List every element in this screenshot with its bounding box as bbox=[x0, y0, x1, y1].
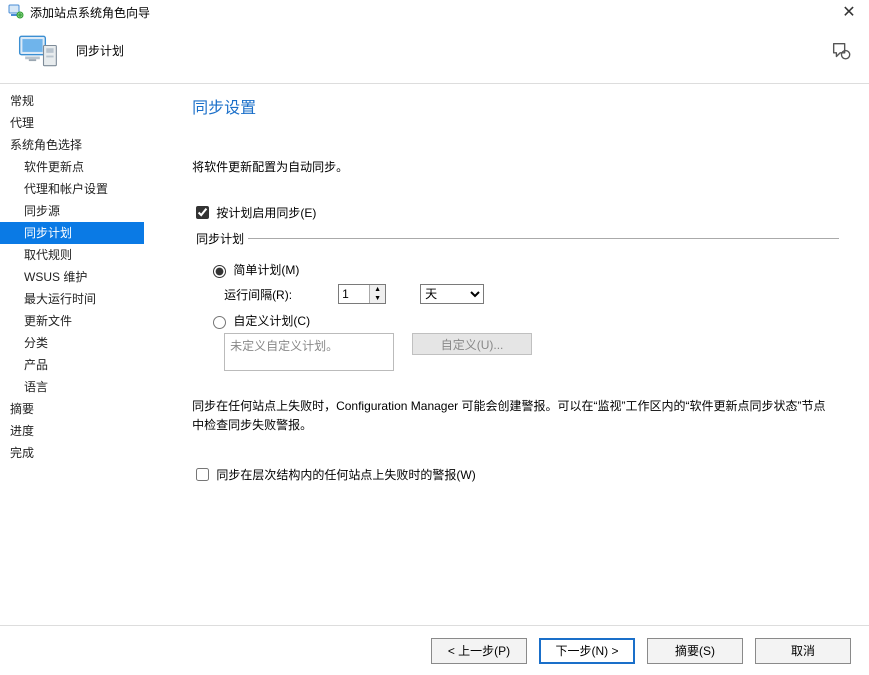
interval-input[interactable] bbox=[339, 285, 369, 303]
enable-schedule-label[interactable]: 按计划启用同步(E) bbox=[216, 206, 316, 220]
schedule-group: 同步计划 简单计划(M) 运行间隔(R): ▲ ▼ 天 bbox=[192, 230, 839, 371]
alert-checkbox[interactable] bbox=[196, 468, 209, 481]
nav-item-7[interactable]: 取代规则 bbox=[0, 244, 144, 266]
nav-item-14[interactable]: 摘要 bbox=[0, 398, 144, 420]
nav-item-1[interactable]: 代理 bbox=[0, 112, 144, 134]
interval-label: 运行间隔(R): bbox=[224, 286, 336, 303]
nav-item-6[interactable]: 同步计划 bbox=[0, 222, 144, 244]
prev-button[interactable]: < 上一步(P) bbox=[431, 638, 527, 664]
interval-unit-select[interactable]: 天 bbox=[420, 284, 484, 304]
next-button[interactable]: 下一步(N) > bbox=[539, 638, 635, 664]
window-title: 添加站点系统角色向导 bbox=[30, 4, 150, 21]
sync-failure-note: 同步在任何站点上失败时，Configuration Manager 可能会创建警… bbox=[192, 397, 839, 435]
close-button[interactable]: ✕ bbox=[837, 2, 861, 22]
alert-checkbox-label[interactable]: 同步在层次结构内的任何站点上失败时的警报(W) bbox=[216, 468, 475, 482]
nav-item-16[interactable]: 完成 bbox=[0, 442, 144, 464]
wizard-nav-sidebar: 常规代理系统角色选择软件更新点代理和帐户设置同步源同步计划取代规则WSUS 维护… bbox=[0, 84, 144, 625]
nav-item-9[interactable]: 最大运行时间 bbox=[0, 288, 144, 310]
nav-item-10[interactable]: 更新文件 bbox=[0, 310, 144, 332]
content-heading: 同步设置 bbox=[192, 94, 839, 118]
cancel-button[interactable]: 取消 bbox=[755, 638, 851, 664]
banner-title: 同步计划 bbox=[76, 42, 124, 59]
computer-icon bbox=[16, 31, 60, 71]
help-icon[interactable] bbox=[829, 39, 853, 63]
schedule-legend: 同步计划 bbox=[192, 230, 248, 247]
enable-schedule-checkbox[interactable] bbox=[196, 206, 209, 219]
interval-down-button[interactable]: ▼ bbox=[370, 294, 385, 303]
title-bar: 添加站点系统角色向导 ✕ bbox=[0, 0, 869, 24]
wizard-content: 同步设置 将软件更新配置为自动同步。 按计划启用同步(E) 同步计划 简单计划(… bbox=[144, 84, 869, 625]
content-description: 将软件更新配置为自动同步。 bbox=[192, 158, 839, 175]
interval-up-button[interactable]: ▲ bbox=[370, 285, 385, 294]
custom-schedule-radio[interactable] bbox=[213, 316, 226, 329]
simple-schedule-label[interactable]: 简单计划(M) bbox=[233, 263, 299, 277]
custom-schedule-textarea: 未定义自定义计划。 bbox=[224, 333, 394, 371]
summary-button[interactable]: 摘要(S) bbox=[647, 638, 743, 664]
nav-item-11[interactable]: 分类 bbox=[0, 332, 144, 354]
nav-item-0[interactable]: 常规 bbox=[0, 90, 144, 112]
nav-item-8[interactable]: WSUS 维护 bbox=[0, 266, 144, 288]
nav-item-12[interactable]: 产品 bbox=[0, 354, 144, 376]
nav-item-13[interactable]: 语言 bbox=[0, 376, 144, 398]
simple-schedule-radio[interactable] bbox=[213, 265, 226, 278]
wizard-footer: < 上一步(P) 下一步(N) > 摘要(S) 取消 bbox=[0, 625, 869, 675]
interval-spinner[interactable]: ▲ ▼ bbox=[338, 284, 386, 304]
nav-item-4[interactable]: 代理和帐户设置 bbox=[0, 178, 144, 200]
custom-schedule-button: 自定义(U)... bbox=[412, 333, 532, 355]
nav-item-5[interactable]: 同步源 bbox=[0, 200, 144, 222]
nav-item-3[interactable]: 软件更新点 bbox=[0, 156, 144, 178]
nav-item-2[interactable]: 系统角色选择 bbox=[0, 134, 144, 156]
wizard-icon bbox=[8, 4, 24, 20]
custom-schedule-label[interactable]: 自定义计划(C) bbox=[233, 314, 310, 328]
wizard-banner: 同步计划 bbox=[0, 24, 869, 84]
nav-item-15[interactable]: 进度 bbox=[0, 420, 144, 442]
